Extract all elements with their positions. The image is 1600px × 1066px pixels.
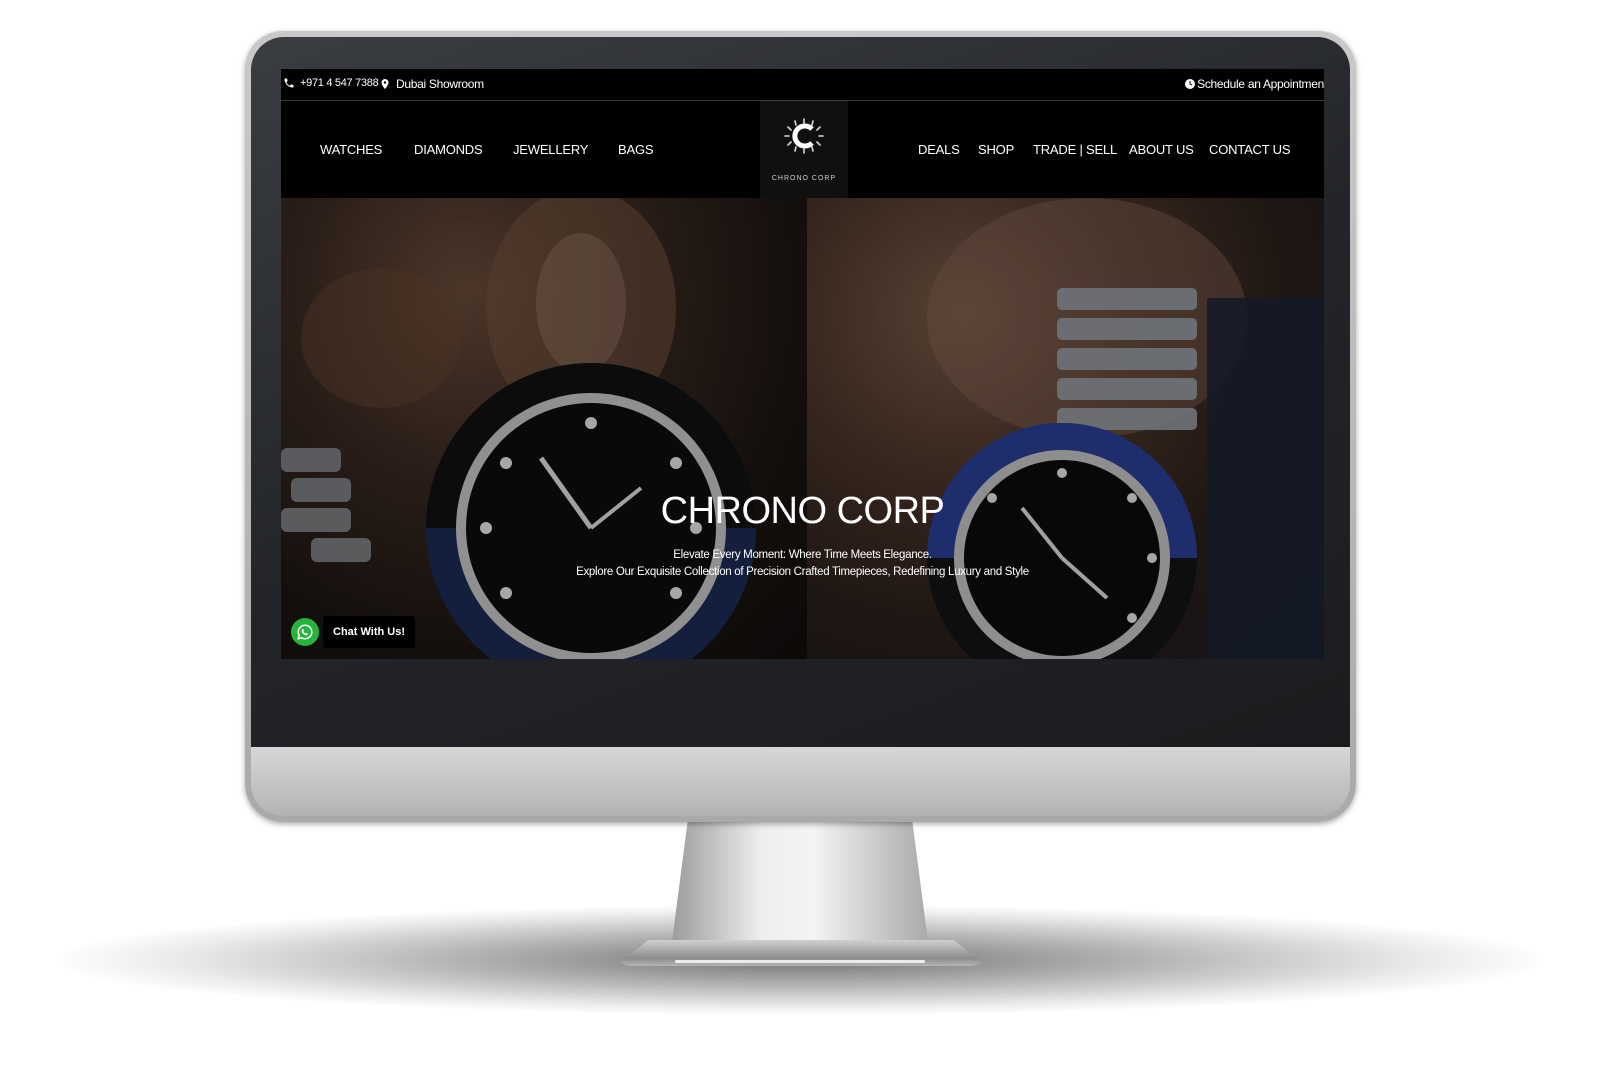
nav-diamonds[interactable]: DIAMONDS [414, 142, 483, 157]
nav-about-us[interactable]: ABOUT US [1129, 142, 1194, 157]
showroom-label: Dubai Showroom [396, 77, 484, 91]
chat-label[interactable]: Chat With Us! [323, 616, 416, 648]
phone-link[interactable]: +971 4 547 7388 [283, 77, 379, 89]
clock-icon [1185, 79, 1196, 89]
device-mockup: +971 4 547 7388 Dubai Showroom Schedule … [0, 0, 1600, 1066]
hero-subtitle-line-1: Elevate Every Moment: Where Time Meets E… [673, 549, 932, 561]
appointment-label: Schedule an Appointmen [1197, 77, 1324, 91]
hero-overlay [281, 198, 1324, 659]
nav-bags[interactable]: BAGS [618, 142, 654, 157]
phone-icon [284, 78, 294, 88]
whatsapp-glyph [297, 624, 313, 640]
phone-number: +971 4 547 7388 [300, 77, 379, 89]
brand-logo[interactable]: CHRONO CORP [760, 101, 848, 198]
top-info-bar: +971 4 547 7388 Dubai Showroom Schedule … [281, 69, 1324, 101]
hero-subtitle: Elevate Every Moment: Where Time Meets E… [281, 547, 1324, 581]
hero-subtitle-line-2: Explore Our Exquisite Collection of Prec… [576, 566, 1029, 578]
nav-trade-sell[interactable]: TRADE | SELL [1033, 142, 1117, 157]
whatsapp-chat-widget[interactable]: Chat With Us! [291, 616, 416, 648]
stand-highlight [675, 960, 925, 963]
monitor-stand-neck [670, 817, 930, 957]
logo-wordmark: CHRONO CORP [771, 175, 837, 182]
showroom-link[interactable]: Dubai Showroom [379, 77, 484, 91]
hero-title: CHRONO CORP [660, 490, 945, 532]
hero-banner: CHRONO CORP Elevate Every Moment: Where … [281, 198, 1324, 659]
logo-icon [784, 118, 824, 154]
nav-watches[interactable]: WATCHES [320, 142, 382, 157]
nav-deals[interactable]: DEALS [918, 142, 960, 157]
nav-contact-us[interactable]: CONTACT US [1209, 142, 1291, 157]
main-navigation: WATCHES DIAMONDS JEWELLERY BAGS CHRONO C… [281, 101, 1324, 198]
location-pin-icon [381, 79, 389, 89]
monitor-chin [251, 747, 1350, 816]
nav-jewellery[interactable]: JEWELLERY [513, 142, 588, 157]
website-screen: +971 4 547 7388 Dubai Showroom Schedule … [281, 69, 1324, 659]
schedule-appointment-link[interactable]: Schedule an Appointmen [1184, 77, 1324, 91]
nav-shop[interactable]: SHOP [978, 142, 1014, 157]
whatsapp-icon[interactable] [291, 618, 319, 646]
